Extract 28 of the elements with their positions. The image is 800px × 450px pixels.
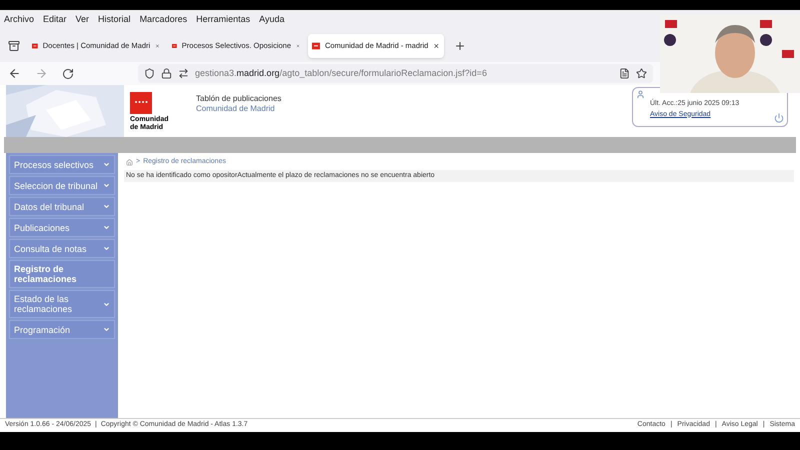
menu-item[interactable]: Archivo	[4, 13, 34, 27]
lock-icon	[161, 68, 172, 79]
url-text: gestiona3.madrid.org/agto_tablon/secure/formularioReclamacion.jsf?id=6	[195, 66, 487, 80]
home-icon[interactable]	[126, 158, 133, 166]
header-title: Tablón de publicaciones	[196, 94, 282, 104]
tab-list-icon[interactable]	[8, 40, 20, 52]
reload-icon[interactable]	[62, 68, 74, 80]
flag-icon	[312, 41, 320, 51]
menu-item[interactable]: Ayuda	[259, 13, 284, 27]
bookmark-star-icon[interactable]	[636, 68, 647, 79]
back-icon[interactable]	[8, 67, 21, 80]
menu-item[interactable]: Marcadores	[140, 13, 188, 27]
menu-item[interactable]: Ver	[76, 13, 90, 27]
address-bar[interactable]: gestiona3.madrid.org/agto_tablon/secure/formularioReclamacion.jsf?id=6	[138, 64, 653, 83]
logo-icon	[130, 92, 152, 114]
permissions-icon	[178, 68, 189, 79]
header-subtitle: Comunidad de Madrid	[196, 104, 276, 114]
flag-icon	[172, 41, 177, 51]
flag-icon	[32, 41, 38, 51]
menu-item[interactable]: Historial	[98, 13, 131, 27]
new-tab-icon[interactable]	[454, 40, 466, 52]
menu-item[interactable]: Herramientas	[196, 13, 250, 27]
user-icon	[636, 90, 645, 99]
close-icon[interactable]	[433, 41, 440, 51]
shield-icon	[144, 68, 155, 79]
logout-icon[interactable]	[774, 113, 784, 123]
menu-item[interactable]: Editar	[43, 13, 67, 27]
reader-view-icon[interactable]	[619, 68, 630, 79]
